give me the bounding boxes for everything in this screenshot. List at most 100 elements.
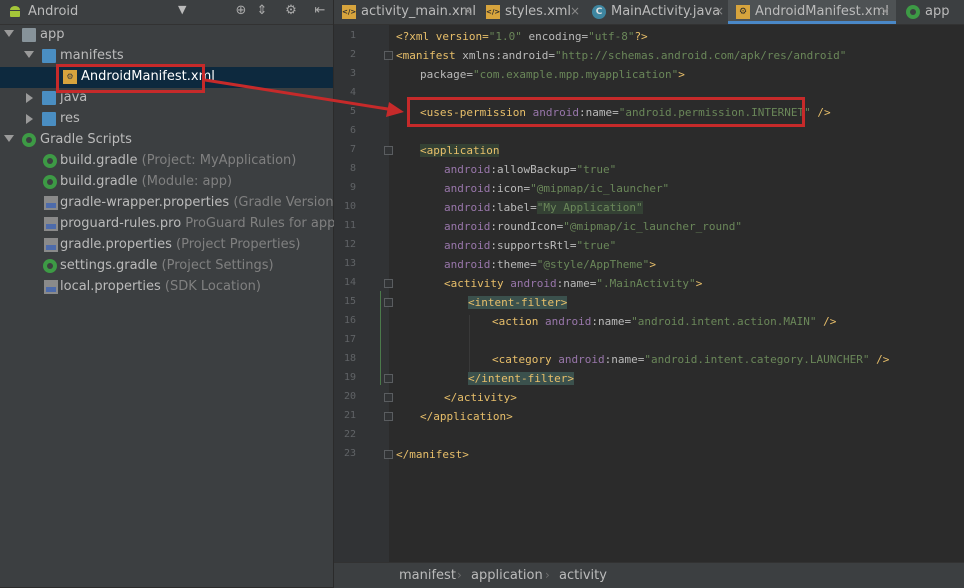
fold-marker-icon[interactable] — [384, 374, 393, 383]
line-number: 6 — [349, 125, 356, 136]
tree-item-label: build.gradle — [60, 153, 138, 168]
tree-item-res[interactable]: res — [0, 109, 333, 130]
tree-item-hint: (Gradle Version) — [233, 195, 339, 210]
tree-item-label: build.gradle — [60, 174, 138, 189]
project-toolbar: Android ▼ ⊕ ⇕ ⚙ ⇤ — [0, 0, 333, 25]
gradle-icon — [906, 5, 920, 19]
code-line-2: <manifest xmlns:android="http://schemas.… — [396, 49, 847, 62]
close-icon[interactable]: × — [463, 4, 473, 18]
tree-item-app[interactable]: app — [0, 25, 333, 46]
tree-item-gradle-wrapper[interactable]: gradle-wrapper.properties (Gradle Versio… — [0, 193, 339, 214]
folder-icon — [42, 91, 56, 105]
indent-guide — [469, 315, 470, 372]
tab-label: styles.xml — [505, 4, 572, 19]
code-line-21: </application> — [420, 410, 513, 423]
line-number: 20 — [343, 391, 356, 402]
code-line-19: </intent-filter> — [468, 372, 574, 385]
tree-item-hint: (Project Properties) — [176, 237, 301, 252]
fold-marker-icon[interactable] — [384, 279, 393, 288]
tree-item-proguard-rules[interactable]: proguard-rules.pro ProGuard Rules for ap… — [0, 214, 340, 235]
close-icon[interactable]: × — [714, 4, 724, 18]
tree-item-label: app — [40, 27, 65, 42]
tab-app-gradle[interactable]: app — [898, 0, 964, 24]
expand-arrow-icon[interactable] — [26, 93, 33, 103]
editor-tab-bar: </> activity_main.xml × </> styles.xml ×… — [334, 0, 964, 25]
gradle-icon — [43, 175, 57, 189]
folder-icon — [42, 112, 56, 126]
tree-item-build-gradle-project[interactable]: build.gradle (Project: MyApplication) — [0, 151, 333, 172]
code-line-18: <category android:name="android.intent.c… — [492, 353, 890, 366]
tab-styles[interactable]: </> styles.xml × — [478, 0, 582, 24]
tree-item-label: gradle.properties — [60, 237, 172, 252]
line-number: 22 — [343, 429, 356, 440]
tree-item-hint: (Project Settings) — [161, 258, 274, 273]
fold-marker-icon[interactable] — [384, 146, 393, 155]
hide-panel-icon[interactable]: ⇤ — [312, 3, 328, 19]
code-line-15: <intent-filter> — [468, 296, 568, 309]
fold-marker-icon[interactable] — [384, 51, 393, 60]
folder-icon — [42, 49, 56, 63]
gear-icon[interactable]: ⚙ — [283, 3, 299, 19]
scope-indicator — [380, 291, 381, 385]
code-line-7: <application — [420, 144, 500, 157]
expand-arrow-icon[interactable] — [24, 51, 34, 58]
annotation-highlight-tree-item — [56, 64, 205, 93]
tree-item-hint: (Module: app) — [141, 174, 233, 189]
xml-file-icon: </> — [486, 5, 500, 19]
line-number: 18 — [343, 353, 356, 364]
project-view-selector[interactable]: Android — [28, 4, 78, 19]
tree-item-gradle-scripts[interactable]: Gradle Scripts — [0, 130, 333, 151]
code-line-9: android:icon="@mipmap/ic_launcher" — [444, 182, 670, 195]
code-line-12: android:supportsRtl="true" — [444, 239, 617, 252]
tree-item-local-properties[interactable]: local.properties (SDK Location) — [0, 277, 333, 298]
close-icon[interactable]: × — [570, 4, 580, 18]
tab-androidmanifest[interactable]: ⚙ AndroidManifest.xml × — [728, 0, 896, 24]
code-line-3: package="com.example.mpp.myapplication"> — [420, 68, 685, 81]
java-class-icon: C — [592, 5, 606, 19]
expand-arrow-icon[interactable] — [26, 114, 33, 124]
line-number: 17 — [343, 334, 356, 345]
line-number: 5 — [349, 106, 356, 117]
line-number: 14 — [343, 277, 356, 288]
tree-item-label: proguard-rules.pro — [60, 216, 182, 231]
breadcrumb-item-manifest[interactable]: manifest — [399, 568, 456, 583]
line-number: 21 — [343, 410, 356, 421]
code-line-10: android:label="My Application" — [444, 201, 643, 214]
tree-item-settings-gradle[interactable]: settings.gradle (Project Settings) — [0, 256, 333, 277]
tree-item-hint: (SDK Location) — [164, 279, 261, 294]
android-icon — [10, 6, 20, 17]
tree-item-label: settings.gradle — [60, 258, 158, 273]
xml-file-icon: </> — [342, 5, 356, 19]
properties-file-icon — [44, 238, 58, 252]
expand-arrow-icon[interactable] — [4, 135, 14, 142]
close-icon[interactable]: × — [880, 4, 890, 18]
line-number: 12 — [343, 239, 356, 250]
line-number: 13 — [343, 258, 356, 269]
line-number: 1 — [349, 30, 356, 41]
fold-marker-icon[interactable] — [384, 393, 393, 402]
fold-marker-icon[interactable] — [384, 298, 393, 307]
tree-item-gradle-properties[interactable]: gradle.properties (Project Properties) — [0, 235, 333, 256]
tab-activity-main[interactable]: </> activity_main.xml × — [334, 0, 476, 24]
collapse-all-icon[interactable]: ⇕ — [254, 3, 270, 19]
expand-arrow-icon[interactable] — [4, 30, 14, 37]
properties-file-icon — [44, 280, 58, 294]
tab-label: AndroidManifest.xml — [755, 4, 889, 19]
tree-item-build-gradle-module[interactable]: build.gradle (Module: app) — [0, 172, 333, 193]
code-line-11: android:roundIcon="@mipmap/ic_launcher_r… — [444, 220, 743, 233]
fold-marker-icon[interactable] — [384, 412, 393, 421]
tab-mainactivity[interactable]: C MainActivity.java × — [584, 0, 726, 24]
properties-file-icon — [44, 196, 58, 210]
line-number: 8 — [349, 163, 356, 174]
line-number: 23 — [343, 448, 356, 459]
chevron-down-icon[interactable]: ▼ — [178, 3, 186, 16]
breadcrumb-item-activity[interactable]: activity — [559, 568, 607, 583]
code-line-13: android:theme="@style/AppTheme"> — [444, 258, 656, 271]
breadcrumb-item-application[interactable]: application — [471, 568, 543, 583]
gradle-icon — [43, 259, 57, 273]
tree-item-label: local.properties — [60, 279, 161, 294]
tree-item-label: manifests — [60, 48, 124, 63]
fold-marker-icon[interactable] — [384, 450, 393, 459]
line-number: 9 — [349, 182, 356, 193]
sync-target-icon[interactable]: ⊕ — [233, 3, 249, 19]
